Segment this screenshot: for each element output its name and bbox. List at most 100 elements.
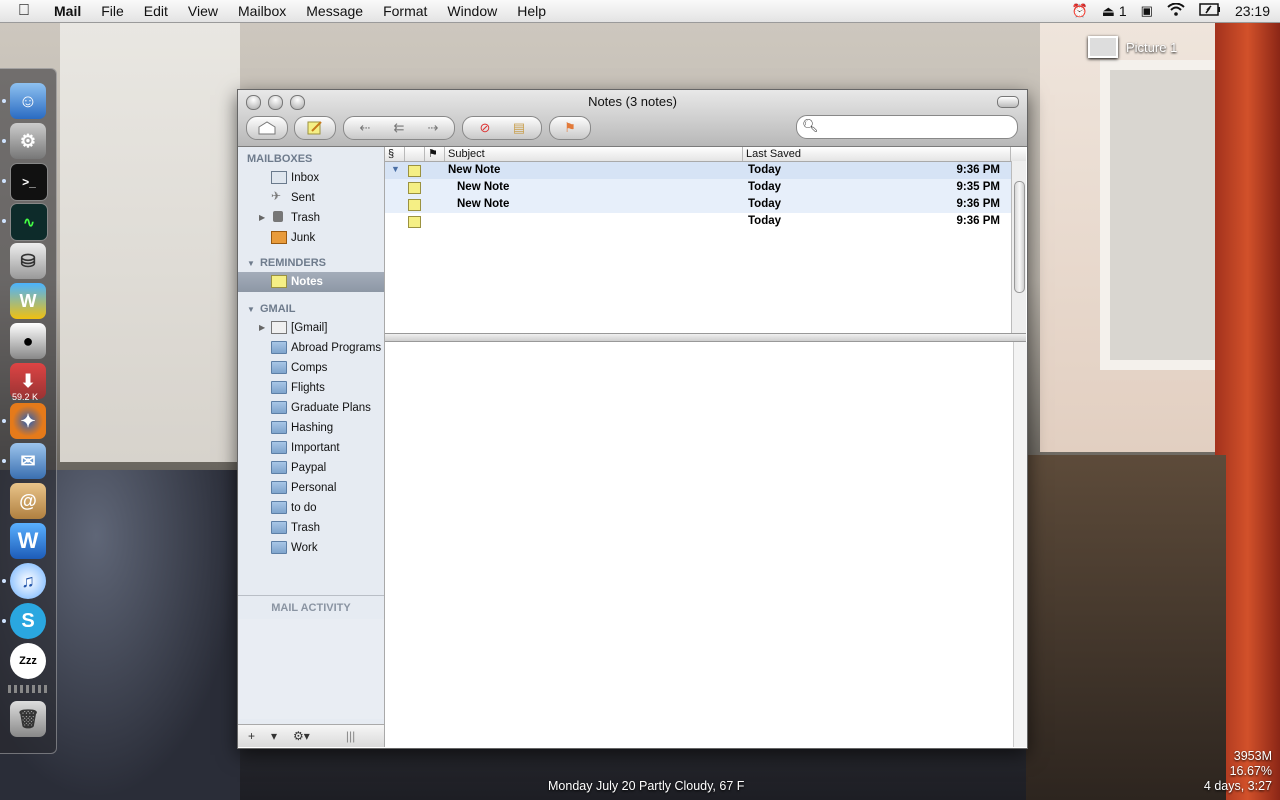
show-hide-viewer-icon[interactable]: ▾ bbox=[271, 729, 277, 743]
eject-status[interactable]: ⏏ 1 bbox=[1102, 3, 1127, 20]
disclosure-triangle-icon[interactable]: ▶ bbox=[259, 318, 265, 338]
mailbox-folder[interactable]: Paypal bbox=[238, 458, 384, 478]
mail-activity-header[interactable]: MAIL ACTIVITY bbox=[238, 595, 384, 620]
adium-icon[interactable]: ● bbox=[10, 323, 46, 359]
note-date: Today bbox=[748, 198, 782, 210]
add-mailbox-button[interactable]: + bbox=[248, 729, 255, 743]
mailbox-folder[interactable]: Personal bbox=[238, 478, 384, 498]
pane-splitter[interactable] bbox=[385, 333, 1026, 342]
reminders-header[interactable]: ▼ REMINDERS bbox=[238, 255, 384, 272]
list-item[interactable]: New Note Today 9:35 PM bbox=[385, 179, 1026, 196]
menu-format[interactable]: Format bbox=[383, 3, 427, 19]
note-preview-pane[interactable] bbox=[385, 342, 1013, 747]
reply-all-icon[interactable]: ⇇ bbox=[382, 120, 416, 136]
get-mail-button[interactable] bbox=[246, 116, 288, 140]
preview-scrollbar[interactable] bbox=[1013, 342, 1027, 747]
mailbox-label: Important bbox=[291, 442, 340, 454]
transmit-icon[interactable]: W bbox=[10, 283, 46, 319]
menu-mailbox[interactable]: Mailbox bbox=[238, 3, 286, 19]
battery-icon[interactable] bbox=[1199, 3, 1221, 19]
mailbox-folder[interactable]: Trash bbox=[238, 518, 384, 538]
mailbox-folder[interactable]: Comps bbox=[238, 358, 384, 378]
flag-button[interactable]: ⚑ bbox=[549, 116, 591, 140]
gear-icon[interactable]: ⚙▾ bbox=[293, 729, 310, 743]
firefox-icon[interactable]: ✦ bbox=[10, 403, 46, 439]
sleep-chat-icon[interactable]: Zzz bbox=[10, 643, 46, 679]
menu-message[interactable]: Message bbox=[306, 3, 363, 19]
subject-column-header[interactable]: Subject bbox=[445, 147, 743, 161]
mailbox-folder[interactable]: Important bbox=[238, 438, 384, 458]
mailbox-sent[interactable]: ✈ Sent bbox=[238, 188, 384, 208]
mailbox-notes[interactable]: Notes bbox=[238, 272, 384, 292]
desktop-picture-file[interactable]: Picture 1 bbox=[1088, 36, 1177, 58]
itunes-icon[interactable]: ♫ bbox=[10, 563, 46, 599]
notes-list: § ⚑ Subject Last Saved ▼ New Note Today … bbox=[385, 147, 1026, 333]
trash-icon[interactable]: 🗑 bbox=[10, 701, 46, 737]
mailbox-folder[interactable]: Abroad Programs bbox=[238, 338, 384, 358]
mailbox-label: Personal bbox=[291, 482, 337, 494]
list-item[interactable]: ▼ New Note Today 9:36 PM bbox=[385, 162, 1026, 179]
wallpaper-window-left bbox=[60, 22, 240, 462]
toolbar-toggle-button[interactable] bbox=[997, 96, 1019, 108]
gmail-header-label: GMAIL bbox=[259, 303, 296, 315]
system-preferences-icon[interactable]: ⚙ bbox=[10, 123, 46, 159]
menu-clock[interactable]: 23:19 bbox=[1235, 3, 1270, 19]
last-saved-column-header[interactable]: Last Saved bbox=[743, 147, 1011, 161]
address-book-icon[interactable]: @ bbox=[10, 483, 46, 519]
activity-monitor-icon[interactable]: ∿ bbox=[10, 203, 48, 241]
folder-icon bbox=[271, 501, 287, 514]
mailbox-folder[interactable]: Flights bbox=[238, 378, 384, 398]
menu-file[interactable]: File bbox=[101, 3, 124, 19]
attachment-column[interactable] bbox=[405, 147, 425, 161]
thread-column-icon[interactable]: § bbox=[385, 147, 405, 161]
forward-icon[interactable]: ⇢ bbox=[416, 120, 450, 136]
alarm-clock-icon[interactable]: ⏰ bbox=[1072, 3, 1088, 19]
notes-icon bbox=[271, 275, 287, 288]
search-field[interactable]: 🔍︎ bbox=[796, 115, 1018, 139]
mailbox-gmail-root[interactable]: ▶ [Gmail] bbox=[238, 318, 384, 338]
menu-window[interactable]: Window bbox=[447, 3, 497, 19]
mailbox-junk[interactable]: Junk bbox=[238, 228, 384, 248]
flag-column-icon[interactable]: ⚑ bbox=[425, 147, 445, 161]
collapse-triangle-icon: ▼ bbox=[247, 259, 255, 268]
get-mail-icon bbox=[258, 121, 276, 135]
apple-menu-icon[interactable]:  bbox=[18, 2, 38, 20]
reply-icon[interactable]: ⇠ bbox=[348, 120, 382, 136]
mail-stamp-icon[interactable]: ✉ bbox=[10, 443, 46, 479]
menu-app-name[interactable]: Mail bbox=[54, 3, 81, 19]
finder-icon[interactable]: ☺ bbox=[10, 83, 46, 119]
menu-help[interactable]: Help bbox=[517, 3, 546, 19]
junk-icon[interactable]: ▤ bbox=[502, 120, 536, 136]
dock-running-indicator bbox=[2, 419, 6, 423]
list-scrollbar[interactable] bbox=[1011, 161, 1026, 333]
dock: ☺ ⚙ >_ ∿ ⛁ W ● ⬇ 59.2 K ✦ ✉ @ W ♫ S Zzz … bbox=[0, 68, 57, 754]
reminders-header-label: REMINDERS bbox=[259, 257, 326, 269]
delete-icon[interactable]: ⊘ bbox=[468, 120, 502, 136]
skype-icon[interactable]: S bbox=[10, 603, 46, 639]
note-subject: New Note bbox=[457, 181, 510, 193]
word-icon[interactable]: W bbox=[10, 523, 46, 559]
mailbox-folder[interactable]: Work bbox=[238, 538, 384, 558]
trash-can-icon bbox=[273, 211, 283, 222]
wifi-icon[interactable] bbox=[1167, 2, 1185, 19]
new-note-button[interactable] bbox=[294, 116, 336, 140]
terminal-icon[interactable]: >_ bbox=[10, 163, 48, 201]
note-date: Today bbox=[748, 181, 782, 193]
list-item[interactable]: New Note Today 9:36 PM bbox=[385, 196, 1026, 213]
menu-edit[interactable]: Edit bbox=[144, 3, 168, 19]
mailbox-folder[interactable]: Hashing bbox=[238, 418, 384, 438]
mailbox-folder[interactable]: Graduate Plans bbox=[238, 398, 384, 418]
mailbox-folder[interactable]: to do bbox=[238, 498, 384, 518]
disk-utility-icon[interactable]: ⛁ bbox=[10, 243, 46, 279]
resize-grip-icon[interactable]: ||| bbox=[346, 729, 355, 743]
mailbox-inbox[interactable]: Inbox bbox=[238, 168, 384, 188]
gmail-header[interactable]: ▼ GMAIL bbox=[238, 301, 384, 318]
list-item[interactable]: Today 9:36 PM bbox=[385, 213, 1026, 230]
scrollbar-thumb[interactable] bbox=[1014, 181, 1025, 293]
thread-expand-icon[interactable]: ▼ bbox=[391, 164, 400, 174]
disclosure-triangle-icon[interactable]: ▶ bbox=[259, 208, 265, 228]
mailbox-trash[interactable]: ▶ Trash bbox=[238, 208, 384, 228]
app-switch-icon[interactable]: ▣ bbox=[1141, 3, 1153, 19]
menu-view[interactable]: View bbox=[188, 3, 218, 19]
window-titlebar[interactable]: Notes (3 notes) ⇠ ⇇ ⇢ ⊘ ▤ ⚑ 🔍︎ bbox=[238, 90, 1027, 147]
